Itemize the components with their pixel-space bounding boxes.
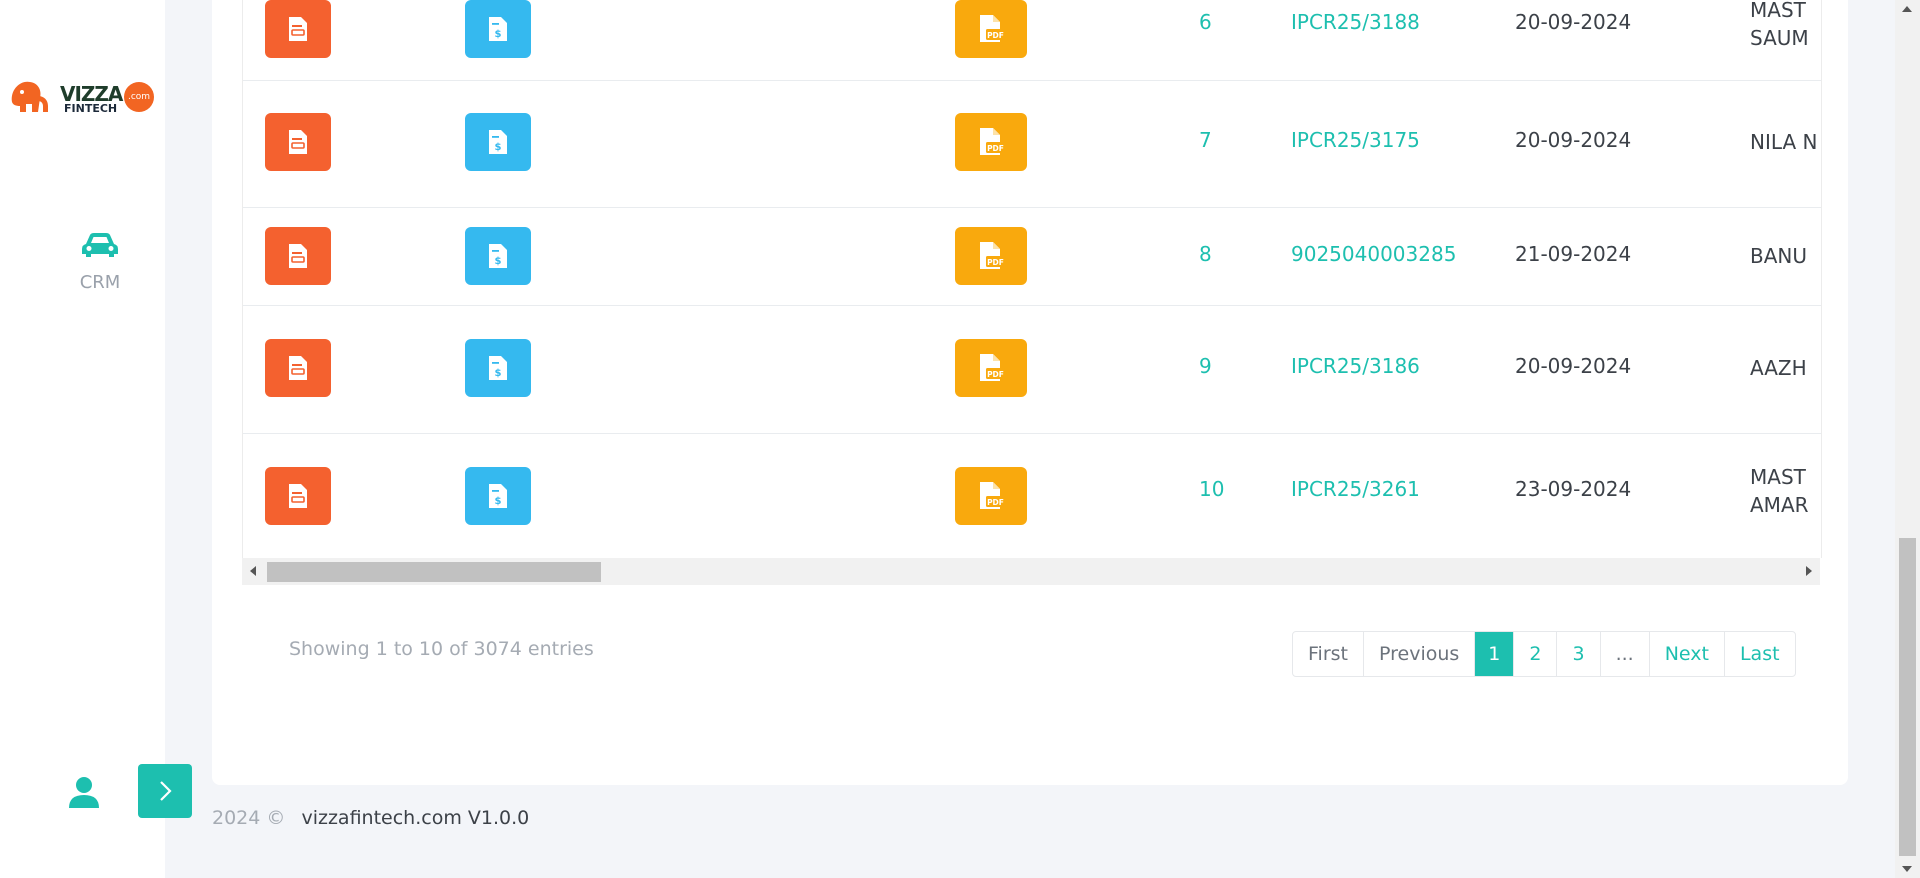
customer-name: BANU xyxy=(1750,244,1808,268)
payment-document-icon: $ xyxy=(489,244,507,268)
pdf-download-button[interactable]: PDF xyxy=(955,227,1027,285)
policy-reference-link[interactable]: IPCR25/3186 xyxy=(1291,354,1420,378)
elephant-logo-icon xyxy=(11,81,48,112)
customer-name: MAST AMAR xyxy=(1750,465,1809,517)
horizontal-scroll-thumb[interactable] xyxy=(267,562,601,582)
content-card: $ PDF 6 IPCR25/3188 20-09-2024 MAST SAUM $ PDF 7… xyxy=(212,0,1848,785)
svg-text:PDF: PDF xyxy=(987,258,1004,267)
vertical-scrollbar[interactable] xyxy=(1895,0,1920,878)
row-date: 20-09-2024 xyxy=(1515,128,1632,152)
page-3-button[interactable]: 3 xyxy=(1556,632,1599,676)
sidebar: VIZZA FINTECH .com CRM xyxy=(0,0,165,878)
footer: 2024 © vizzafintech.com V1.0.0 xyxy=(212,807,529,829)
payment-document-icon: $ xyxy=(489,17,507,41)
brand-logo[interactable]: VIZZA FINTECH .com xyxy=(8,72,158,118)
chevron-right-icon xyxy=(160,781,172,801)
car-icon xyxy=(82,233,118,257)
table-row: $ PDF 10 IPCR25/3261 23-09-2024 MAST AMAR xyxy=(243,433,1821,558)
svg-text:PDF: PDF xyxy=(987,370,1004,379)
pdf-download-button[interactable]: PDF xyxy=(955,339,1027,397)
edit-document-icon xyxy=(289,484,307,508)
footer-version: vizzafintech.com V1.0.0 xyxy=(301,807,530,829)
page-last-button[interactable]: Last xyxy=(1723,632,1795,676)
user-icon[interactable] xyxy=(66,774,102,810)
svg-text:$: $ xyxy=(495,496,502,507)
entries-info: Showing 1 to 10 of 3074 entries xyxy=(289,638,594,660)
logo-dot-badge: .com xyxy=(124,82,154,112)
horizontal-scrollbar[interactable] xyxy=(242,558,1820,585)
policy-reference-link[interactable]: IPCR25/3188 xyxy=(1291,10,1420,34)
pagination: First Previous 1 2 3 ... Next Last xyxy=(1292,631,1796,677)
pdf-download-button[interactable]: PDF xyxy=(955,0,1027,58)
customer-name: MAST SAUM xyxy=(1750,0,1809,50)
payment-document-icon: $ xyxy=(489,356,507,380)
table-row: $ PDF 6 IPCR25/3188 20-09-2024 MAST SAUM xyxy=(243,0,1821,81)
scroll-right-icon[interactable] xyxy=(1806,566,1812,576)
payment-button[interactable]: $ xyxy=(465,227,531,285)
scroll-down-icon[interactable] xyxy=(1902,866,1912,872)
table-row: $ PDF 9 IPCR25/3186 20-09-2024 AAZH xyxy=(243,305,1821,434)
payment-button[interactable]: $ xyxy=(465,0,531,58)
scroll-up-icon[interactable] xyxy=(1902,6,1912,12)
payment-button[interactable]: $ xyxy=(465,113,531,171)
edit-document-icon xyxy=(289,17,307,41)
row-number: 9 xyxy=(1199,354,1212,378)
page-2-button[interactable]: 2 xyxy=(1513,632,1556,676)
page-first-button[interactable]: First xyxy=(1293,632,1363,676)
edit-button[interactable] xyxy=(265,339,331,397)
sidebar-item-crm[interactable]: CRM xyxy=(60,230,140,293)
pdf-icon: PDF xyxy=(980,482,1005,509)
pdf-icon: PDF xyxy=(980,242,1005,269)
pdf-icon: PDF xyxy=(980,354,1005,381)
table-row: $ PDF 8 9025040003285 21-09-2024 BANU xyxy=(243,207,1821,306)
payment-document-icon: $ xyxy=(489,484,507,508)
vertical-scroll-thumb[interactable] xyxy=(1899,538,1916,856)
policy-reference-link[interactable]: IPCR25/3175 xyxy=(1291,128,1420,152)
row-date: 21-09-2024 xyxy=(1515,242,1632,266)
pdf-download-button[interactable]: PDF xyxy=(955,113,1027,171)
policy-table: $ PDF 6 IPCR25/3188 20-09-2024 MAST SAUM $ PDF 7… xyxy=(242,0,1822,558)
customer-name: NILA N xyxy=(1750,130,1818,154)
policy-reference-link[interactable]: 9025040003285 xyxy=(1291,242,1456,266)
page-1-button[interactable]: 1 xyxy=(1474,632,1514,676)
edit-document-icon xyxy=(289,130,307,154)
edit-button[interactable] xyxy=(265,113,331,171)
page-previous-button[interactable]: Previous xyxy=(1363,632,1474,676)
payment-button[interactable]: $ xyxy=(465,339,531,397)
svg-text:$: $ xyxy=(495,256,502,267)
page-ellipsis: ... xyxy=(1599,632,1649,676)
svg-text:$: $ xyxy=(495,368,502,379)
sidebar-item-label: CRM xyxy=(79,272,121,293)
svg-text:$: $ xyxy=(495,29,502,40)
edit-button[interactable] xyxy=(265,0,331,58)
pdf-download-button[interactable]: PDF xyxy=(955,467,1027,525)
row-number: 8 xyxy=(1199,242,1212,266)
row-date: 20-09-2024 xyxy=(1515,354,1632,378)
row-number: 7 xyxy=(1199,128,1212,152)
svg-text:PDF: PDF xyxy=(987,31,1004,40)
edit-document-icon xyxy=(289,356,307,380)
svg-text:PDF: PDF xyxy=(987,144,1004,153)
footer-copyright: 2024 © xyxy=(212,807,286,829)
edit-button[interactable] xyxy=(265,227,331,285)
row-number: 10 xyxy=(1199,477,1225,501)
sidebar-expand-button[interactable] xyxy=(138,764,192,818)
logo-sub: FINTECH xyxy=(64,102,118,115)
payment-button[interactable]: $ xyxy=(465,467,531,525)
edit-button[interactable] xyxy=(265,467,331,525)
page-next-button[interactable]: Next xyxy=(1648,632,1724,676)
svg-text:PDF: PDF xyxy=(987,498,1004,507)
table-row: $ PDF 7 IPCR25/3175 20-09-2024 NILA N xyxy=(243,80,1821,208)
payment-document-icon: $ xyxy=(489,130,507,154)
policy-reference-link[interactable]: IPCR25/3261 xyxy=(1291,477,1420,501)
pdf-icon: PDF xyxy=(980,15,1005,42)
scroll-left-icon[interactable] xyxy=(250,566,256,576)
row-date: 20-09-2024 xyxy=(1515,10,1632,34)
row-date: 23-09-2024 xyxy=(1515,477,1632,501)
row-number: 6 xyxy=(1199,10,1212,34)
svg-text:$: $ xyxy=(495,142,502,153)
pdf-icon: PDF xyxy=(980,128,1005,155)
edit-document-icon xyxy=(289,244,307,268)
customer-name: AAZH xyxy=(1750,356,1807,380)
